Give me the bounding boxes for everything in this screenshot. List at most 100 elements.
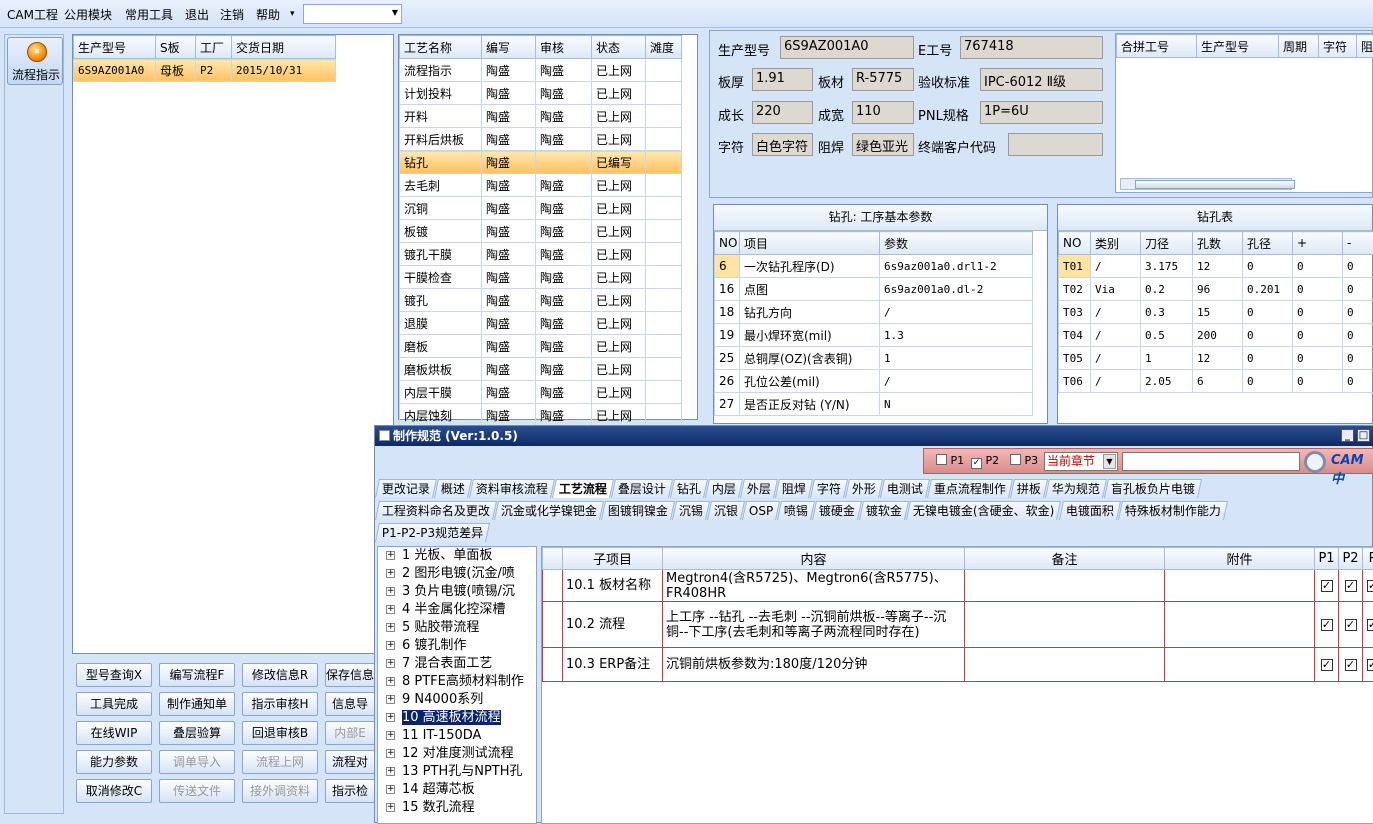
table-cell[interactable]: N: [880, 393, 1033, 416]
action-button[interactable]: 指示审核H: [242, 692, 318, 716]
table-cell[interactable]: /: [1091, 347, 1141, 370]
pnl-field[interactable]: 1P=6U: [980, 101, 1103, 124]
chevron-down-icon[interactable]: ▼: [1103, 454, 1116, 469]
table-cell[interactable]: 15: [1193, 301, 1243, 324]
material-field[interactable]: R-5775: [852, 68, 914, 91]
col-header[interactable]: 字符: [1319, 35, 1357, 58]
p1-checkbox[interactable]: [936, 454, 947, 465]
tab-item[interactable]: OSP: [742, 501, 780, 520]
table-cell[interactable]: [646, 151, 682, 174]
table-row[interactable]: 内层干膜陶盛陶盛已上网: [400, 381, 682, 404]
table-cell[interactable]: 0: [1343, 347, 1373, 370]
tab-item[interactable]: 沉银: [707, 501, 745, 520]
tab-item[interactable]: 盲孔板负片电镀: [1104, 479, 1202, 498]
table-cell[interactable]: 0: [1243, 301, 1293, 324]
table-row[interactable]: T01/3.17512000: [1059, 255, 1373, 278]
table-cell[interactable]: 陶盛: [536, 220, 592, 243]
table-cell[interactable]: ✓: [1315, 602, 1339, 648]
table-row[interactable]: T03/0.315000: [1059, 301, 1373, 324]
table-cell[interactable]: 退膜: [400, 312, 482, 335]
table-cell[interactable]: /: [880, 301, 1033, 324]
flow-indicator-button[interactable]: ⏸ 流程指示: [7, 37, 63, 85]
table-row[interactable]: T05/112000: [1059, 347, 1373, 370]
table-cell[interactable]: 200: [1193, 324, 1243, 347]
table-cell[interactable]: 0: [1343, 255, 1373, 278]
table-cell[interactable]: 陶盛: [482, 151, 536, 174]
table-cell[interactable]: 陶盛: [482, 289, 536, 312]
table-cell[interactable]: 干膜检查: [400, 266, 482, 289]
col-header[interactable]: 审核: [536, 36, 592, 59]
tree-node[interactable]: +1 光板、单面板: [378, 547, 536, 565]
table-cell[interactable]: 陶盛: [536, 289, 592, 312]
col-header[interactable]: 工厂: [196, 36, 232, 59]
table-cell[interactable]: 16: [715, 278, 740, 301]
char-field[interactable]: 白色字符: [752, 133, 813, 156]
help-dropdown-icon[interactable]: ▾: [290, 9, 295, 19]
e-no-field[interactable]: 767418: [960, 36, 1103, 59]
action-button[interactable]: 指示检: [325, 779, 375, 803]
table-cell[interactable]: [646, 335, 682, 358]
expand-plus-icon[interactable]: +: [386, 785, 395, 794]
table-cell[interactable]: T05: [1059, 347, 1091, 370]
table-row[interactable]: T04/0.5200000: [1059, 324, 1373, 347]
table-cell[interactable]: 陶盛: [482, 128, 536, 151]
check-icon[interactable]: ✓: [1321, 619, 1333, 631]
table-cell[interactable]: 流程指示: [400, 59, 482, 82]
table-cell[interactable]: 计划投料: [400, 82, 482, 105]
table-cell[interactable]: 6: [1193, 370, 1243, 393]
table-cell[interactable]: 0.5: [1141, 324, 1193, 347]
table-cell[interactable]: 已上网: [592, 243, 646, 266]
tab-item[interactable]: 电测试: [880, 479, 930, 498]
tab-item[interactable]: 字符: [810, 479, 848, 498]
table-row[interactable]: 去毛刺陶盛陶盛已上网: [400, 174, 682, 197]
row-indicator[interactable]: [543, 570, 563, 602]
col-header[interactable]: 项目: [740, 232, 880, 255]
table-cell[interactable]: 10.1 板材名称: [563, 570, 663, 602]
table-cell[interactable]: 6: [715, 255, 740, 278]
tab-item[interactable]: 沉锡: [672, 501, 710, 520]
table-cell[interactable]: 26: [715, 370, 740, 393]
expand-plus-icon[interactable]: +: [386, 605, 395, 614]
table-row[interactable]: 计划投料陶盛陶盛已上网: [400, 82, 682, 105]
table-cell[interactable]: 陶盛: [482, 174, 536, 197]
table-cell[interactable]: 已上网: [592, 59, 646, 82]
table-cell[interactable]: 12: [1193, 255, 1243, 278]
table-cell[interactable]: [646, 105, 682, 128]
table-cell[interactable]: 0.201: [1243, 278, 1293, 301]
col-header[interactable]: NO: [1059, 232, 1091, 255]
table-row[interactable]: 19最小焊环宽(mil)1.3: [715, 324, 1033, 347]
table-cell[interactable]: 2015/10/31: [232, 59, 336, 82]
minimize-icon[interactable]: _: [1341, 429, 1354, 442]
table-cell[interactable]: 0: [1343, 278, 1373, 301]
table-cell[interactable]: 陶盛: [536, 266, 592, 289]
table-cell[interactable]: 已上网: [592, 174, 646, 197]
col-header[interactable]: 类别: [1091, 232, 1141, 255]
table-cell[interactable]: 陶盛: [536, 381, 592, 404]
table-cell[interactable]: 1: [1141, 347, 1193, 370]
table-cell[interactable]: 陶盛: [536, 404, 592, 427]
table-cell[interactable]: T03: [1059, 301, 1091, 324]
table-cell[interactable]: 0.3: [1141, 301, 1193, 324]
action-button[interactable]: 回退审核B: [242, 721, 318, 745]
table-cell[interactable]: 一次钻孔程序(D): [740, 255, 880, 278]
col-header[interactable]: 滩度: [646, 36, 682, 59]
thickness-field[interactable]: 1.91: [752, 68, 813, 91]
tab-item[interactable]: 华为规范: [1045, 479, 1107, 498]
col-header[interactable]: 子项目: [563, 548, 663, 570]
table-cell[interactable]: [646, 220, 682, 243]
action-button[interactable]: 型号查询X: [76, 663, 152, 687]
tab-item[interactable]: 叠层设计: [611, 479, 673, 498]
table-cell[interactable]: ✓: [1363, 602, 1373, 648]
table-cell[interactable]: 0: [1343, 370, 1373, 393]
table-cell[interactable]: 陶盛: [536, 312, 592, 335]
table-cell[interactable]: 陶盛: [536, 243, 592, 266]
horizontal-scrollbar[interactable]: [1120, 178, 1292, 190]
table-row[interactable]: 开料后烘板陶盛陶盛已上网: [400, 128, 682, 151]
table-row[interactable]: 磨板陶盛陶盛已上网: [400, 335, 682, 358]
table-cell[interactable]: P2: [196, 59, 232, 82]
table-cell[interactable]: 已上网: [592, 82, 646, 105]
tab-item[interactable]: 工艺流程: [552, 479, 614, 498]
table-cell[interactable]: 陶盛: [482, 335, 536, 358]
table-cell[interactable]: [646, 381, 682, 404]
col-header[interactable]: 附件: [1165, 548, 1315, 570]
